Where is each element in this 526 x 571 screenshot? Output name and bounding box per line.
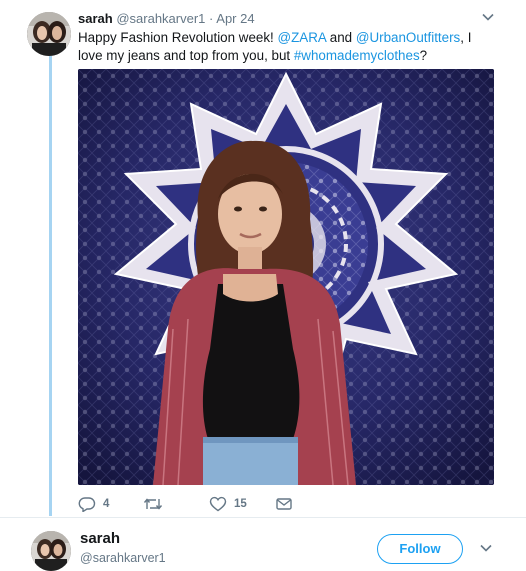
- tweet-text: Happy Fashion Revolution week! @ZARA and…: [78, 29, 498, 65]
- like-button[interactable]: 15: [209, 496, 247, 512]
- author-handle[interactable]: @sarahkarver1: [116, 11, 205, 26]
- profile-name[interactable]: sarah: [80, 530, 120, 547]
- reply-button[interactable]: 4: [78, 496, 109, 512]
- chevron-down-icon[interactable]: [481, 10, 495, 24]
- profile-handle[interactable]: @sarahkarver1: [80, 551, 166, 565]
- tweet-author-avatar[interactable]: [27, 12, 71, 56]
- divider: [0, 517, 526, 518]
- like-count: 15: [234, 498, 247, 510]
- tweet-header: sarah @sarahkarver1 · Apr 24: [78, 11, 255, 27]
- tweet-text-part: Happy Fashion Revolution week!: [78, 30, 278, 45]
- retweet-button[interactable]: [143, 496, 170, 512]
- mention-urbanoutfitters[interactable]: @UrbanOutfitters: [356, 30, 460, 45]
- retweet-icon: [143, 496, 163, 512]
- tweet-text-part: and: [326, 30, 356, 45]
- hashtag-whomademyclothes[interactable]: #whomademyclothes: [294, 48, 420, 63]
- direct-message-button[interactable]: [275, 496, 293, 512]
- profile-avatar[interactable]: [31, 531, 71, 571]
- reply-icon: [78, 496, 96, 512]
- tweet-date[interactable]: Apr 24: [216, 11, 254, 26]
- tweet-photo[interactable]: [78, 69, 494, 485]
- mention-zara[interactable]: @ZARA: [277, 30, 326, 45]
- reply-count: 4: [103, 498, 110, 510]
- chevron-down-icon[interactable]: [479, 541, 493, 555]
- header-separator: ·: [209, 11, 214, 26]
- tweet-text-part: ?: [419, 48, 428, 63]
- follow-button[interactable]: Follow: [377, 534, 463, 564]
- envelope-icon: [275, 496, 293, 512]
- tweet-actions: 4 15: [78, 496, 498, 516]
- heart-icon: [209, 496, 227, 512]
- author-name[interactable]: sarah: [78, 11, 113, 26]
- thread-connector-line: [49, 52, 52, 516]
